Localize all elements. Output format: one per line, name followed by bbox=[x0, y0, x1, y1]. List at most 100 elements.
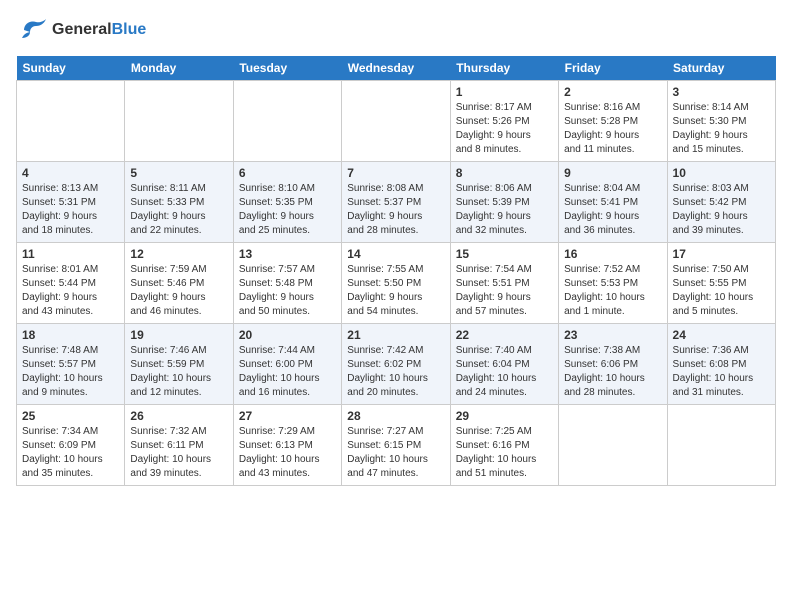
day-number: 15 bbox=[456, 247, 553, 261]
calendar-cell: 12 Sunrise: 7:59 AM Sunset: 5:46 PM Dayli… bbox=[125, 243, 233, 324]
cell-content: Sunrise: 7:29 AM Sunset: 6:13 PM Dayligh… bbox=[239, 425, 336, 481]
calendar-cell: 6 Sunrise: 8:10 AM Sunset: 5:35 PM Daylig… bbox=[233, 162, 341, 243]
calendar-cell bbox=[233, 81, 341, 162]
calendar-cell: 13 Sunrise: 7:57 AM Sunset: 5:48 PM Dayli… bbox=[233, 243, 341, 324]
cell-content: Sunrise: 7:44 AM Sunset: 6:00 PM Dayligh… bbox=[239, 344, 336, 400]
calendar-week-row: 25 Sunrise: 7:34 AM Sunset: 6:09 PM Dayli… bbox=[17, 405, 776, 486]
calendar-cell: 25 Sunrise: 7:34 AM Sunset: 6:09 PM Dayli… bbox=[17, 405, 125, 486]
day-number: 10 bbox=[673, 166, 770, 180]
calendar-cell: 23Sunrise: 7:38 AM Sunset: 6:06 PM Dayli… bbox=[559, 324, 667, 405]
cell-content: Sunrise: 7:36 AM Sunset: 6:08 PM Dayligh… bbox=[673, 344, 770, 400]
day-number: 28 bbox=[347, 409, 444, 423]
calendar-table: SundayMondayTuesdayWednesdayThursdayFrid… bbox=[16, 56, 776, 486]
day-number: 26 bbox=[130, 409, 227, 423]
day-header-tuesday: Tuesday bbox=[233, 56, 341, 81]
calendar-cell bbox=[125, 81, 233, 162]
calendar-cell: 20 Sunrise: 7:44 AM Sunset: 6:00 PM Dayli… bbox=[233, 324, 341, 405]
cell-content: Sunrise: 7:27 AM Sunset: 6:15 PM Dayligh… bbox=[347, 425, 444, 481]
calendar-cell: 26 Sunrise: 7:32 AM Sunset: 6:11 PM Dayli… bbox=[125, 405, 233, 486]
calendar-cell: 5 Sunrise: 8:11 AM Sunset: 5:33 PM Daylig… bbox=[125, 162, 233, 243]
calendar-cell: 19Sunrise: 7:46 AM Sunset: 5:59 PM Dayli… bbox=[125, 324, 233, 405]
calendar-cell: 4 Sunrise: 8:13 AM Sunset: 5:31 PM Daylig… bbox=[17, 162, 125, 243]
cell-content: Sunrise: 8:06 AM Sunset: 5:39 PM Dayligh… bbox=[456, 182, 553, 238]
calendar-cell: 21 Sunrise: 7:42 AM Sunset: 6:02 PM Dayli… bbox=[342, 324, 450, 405]
calendar-cell: 7 Sunrise: 8:08 AM Sunset: 5:37 PM Daylig… bbox=[342, 162, 450, 243]
calendar-cell: 29Sunrise: 7:25 AM Sunset: 6:16 PM Dayli… bbox=[450, 405, 558, 486]
calendar-cell: 1Sunrise: 8:17 AM Sunset: 5:26 PM Daylig… bbox=[450, 81, 558, 162]
calendar-cell: 27 Sunrise: 7:29 AM Sunset: 6:13 PM Dayli… bbox=[233, 405, 341, 486]
day-number: 14 bbox=[347, 247, 444, 261]
calendar-cell: 16 Sunrise: 7:52 AM Sunset: 5:53 PM Dayli… bbox=[559, 243, 667, 324]
cell-content: Sunrise: 7:40 AM Sunset: 6:04 PM Dayligh… bbox=[456, 344, 553, 400]
calendar-cell: 28 Sunrise: 7:27 AM Sunset: 6:15 PM Dayli… bbox=[342, 405, 450, 486]
day-number: 20 bbox=[239, 328, 336, 342]
calendar-week-row: 1Sunrise: 8:17 AM Sunset: 5:26 PM Daylig… bbox=[17, 81, 776, 162]
day-number: 8 bbox=[456, 166, 553, 180]
day-header-sunday: Sunday bbox=[17, 56, 125, 81]
cell-content: Sunrise: 7:42 AM Sunset: 6:02 PM Dayligh… bbox=[347, 344, 444, 400]
cell-content: Sunrise: 8:10 AM Sunset: 5:35 PM Dayligh… bbox=[239, 182, 336, 238]
cell-content: Sunrise: 7:59 AM Sunset: 5:46 PM Dayligh… bbox=[130, 263, 227, 319]
day-number: 2 bbox=[564, 85, 661, 99]
cell-content: Sunrise: 8:13 AM Sunset: 5:31 PM Dayligh… bbox=[22, 182, 119, 238]
cell-content: Sunrise: 7:48 AM Sunset: 5:57 PM Dayligh… bbox=[22, 344, 119, 400]
calendar-cell: 24 Sunrise: 7:36 AM Sunset: 6:08 PM Dayli… bbox=[667, 324, 775, 405]
day-header-saturday: Saturday bbox=[667, 56, 775, 81]
calendar-header-row: SundayMondayTuesdayWednesdayThursdayFrid… bbox=[17, 56, 776, 81]
cell-content: Sunrise: 8:03 AM Sunset: 5:42 PM Dayligh… bbox=[673, 182, 770, 238]
cell-content: Sunrise: 7:32 AM Sunset: 6:11 PM Dayligh… bbox=[130, 425, 227, 481]
day-number: 12 bbox=[130, 247, 227, 261]
day-number: 17 bbox=[673, 247, 770, 261]
day-number: 29 bbox=[456, 409, 553, 423]
day-number: 27 bbox=[239, 409, 336, 423]
calendar-cell: 9 Sunrise: 8:04 AM Sunset: 5:41 PM Daylig… bbox=[559, 162, 667, 243]
cell-content: Sunrise: 8:16 AM Sunset: 5:28 PM Dayligh… bbox=[564, 101, 661, 157]
day-number: 3 bbox=[673, 85, 770, 99]
calendar-cell: 10 Sunrise: 8:03 AM Sunset: 5:42 PM Dayli… bbox=[667, 162, 775, 243]
cell-content: Sunrise: 7:38 AM Sunset: 6:06 PM Dayligh… bbox=[564, 344, 661, 400]
cell-content: Sunrise: 7:34 AM Sunset: 6:09 PM Dayligh… bbox=[22, 425, 119, 481]
cell-content: Sunrise: 8:08 AM Sunset: 5:37 PM Dayligh… bbox=[347, 182, 444, 238]
cell-content: Sunrise: 7:52 AM Sunset: 5:53 PM Dayligh… bbox=[564, 263, 661, 319]
cell-content: Sunrise: 7:57 AM Sunset: 5:48 PM Dayligh… bbox=[239, 263, 336, 319]
day-header-monday: Monday bbox=[125, 56, 233, 81]
calendar-cell: 15 Sunrise: 7:54 AM Sunset: 5:51 PM Dayli… bbox=[450, 243, 558, 324]
logo-icon bbox=[16, 16, 48, 44]
day-number: 13 bbox=[239, 247, 336, 261]
day-number: 22 bbox=[456, 328, 553, 342]
cell-content: Sunrise: 8:01 AM Sunset: 5:44 PM Dayligh… bbox=[22, 263, 119, 319]
day-number: 21 bbox=[347, 328, 444, 342]
cell-content: Sunrise: 8:17 AM Sunset: 5:26 PM Dayligh… bbox=[456, 101, 553, 157]
calendar-cell: 14Sunrise: 7:55 AM Sunset: 5:50 PM Dayli… bbox=[342, 243, 450, 324]
cell-content: Sunrise: 8:14 AM Sunset: 5:30 PM Dayligh… bbox=[673, 101, 770, 157]
day-number: 18 bbox=[22, 328, 119, 342]
day-header-friday: Friday bbox=[559, 56, 667, 81]
calendar-week-row: 18 Sunrise: 7:48 AM Sunset: 5:57 PM Dayli… bbox=[17, 324, 776, 405]
cell-content: Sunrise: 8:04 AM Sunset: 5:41 PM Dayligh… bbox=[564, 182, 661, 238]
page-header: GeneralBlue bbox=[16, 16, 776, 44]
calendar-cell bbox=[559, 405, 667, 486]
day-number: 19 bbox=[130, 328, 227, 342]
day-number: 4 bbox=[22, 166, 119, 180]
calendar-cell: 2 Sunrise: 8:16 AM Sunset: 5:28 PM Daylig… bbox=[559, 81, 667, 162]
day-number: 7 bbox=[347, 166, 444, 180]
calendar-cell: 22 Sunrise: 7:40 AM Sunset: 6:04 PM Dayli… bbox=[450, 324, 558, 405]
calendar-cell bbox=[17, 81, 125, 162]
day-number: 24 bbox=[673, 328, 770, 342]
cell-content: Sunrise: 8:11 AM Sunset: 5:33 PM Dayligh… bbox=[130, 182, 227, 238]
calendar-cell: 8 Sunrise: 8:06 AM Sunset: 5:39 PM Daylig… bbox=[450, 162, 558, 243]
day-header-thursday: Thursday bbox=[450, 56, 558, 81]
calendar-cell bbox=[342, 81, 450, 162]
day-number: 9 bbox=[564, 166, 661, 180]
day-number: 6 bbox=[239, 166, 336, 180]
day-number: 5 bbox=[130, 166, 227, 180]
cell-content: Sunrise: 7:54 AM Sunset: 5:51 PM Dayligh… bbox=[456, 263, 553, 319]
day-number: 16 bbox=[564, 247, 661, 261]
calendar-week-row: 4 Sunrise: 8:13 AM Sunset: 5:31 PM Daylig… bbox=[17, 162, 776, 243]
logo-text: GeneralBlue bbox=[52, 21, 146, 39]
calendar-cell bbox=[667, 405, 775, 486]
day-number: 11 bbox=[22, 247, 119, 261]
day-number: 25 bbox=[22, 409, 119, 423]
calendar-cell: 11 Sunrise: 8:01 AM Sunset: 5:44 PM Dayli… bbox=[17, 243, 125, 324]
calendar-week-row: 11 Sunrise: 8:01 AM Sunset: 5:44 PM Dayli… bbox=[17, 243, 776, 324]
